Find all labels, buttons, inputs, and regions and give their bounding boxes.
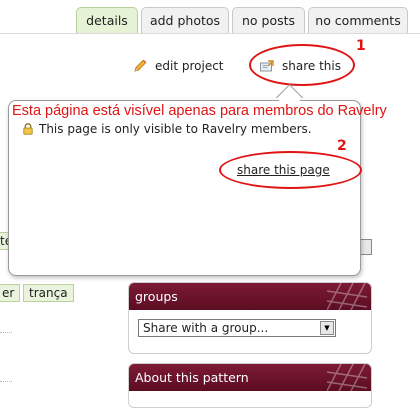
divider — [0, 332, 12, 334]
edit-project-button[interactable]: edit project — [132, 58, 224, 74]
annotation-caption: Esta página está visível apenas para mem… — [12, 103, 387, 119]
tag-chip-partial[interactable]: er — [0, 284, 21, 302]
tab-divider — [0, 33, 420, 34]
about-pattern-header: About this pattern — [129, 364, 371, 391]
tab-no-posts[interactable]: no posts — [232, 7, 305, 33]
tab-add-photos[interactable]: add photos — [141, 7, 229, 33]
header-decoration-icon — [327, 283, 367, 310]
groups-title: groups — [135, 289, 178, 304]
tab-no-comments[interactable]: no comments — [308, 7, 408, 33]
groups-box: groups Share with a group... ▼ — [128, 282, 372, 354]
edit-project-label: edit project — [155, 59, 224, 73]
chevron-down-icon: ▼ — [320, 321, 334, 335]
share-with-group-select[interactable]: Share with a group... ▼ — [138, 319, 336, 337]
tag-chip-tranca[interactable]: trança — [23, 284, 74, 302]
header-decoration-icon — [327, 364, 367, 391]
share-with-group-value: Share with a group... — [143, 321, 269, 335]
members-only-notice: This page is only visible to Ravelry mem… — [22, 122, 312, 136]
lock-icon — [22, 123, 34, 135]
annotation-number-1: 1 — [356, 38, 366, 54]
tab-details[interactable]: details — [76, 7, 138, 33]
annotation-number-2: 2 — [337, 138, 347, 154]
about-pattern-box: About this pattern — [128, 363, 372, 408]
pencil-icon — [132, 58, 148, 74]
highlight-ellipse-share — [249, 44, 355, 86]
members-only-text: This page is only visible to Ravelry mem… — [39, 122, 312, 136]
divider — [0, 381, 12, 383]
about-pattern-title: About this pattern — [135, 370, 249, 385]
highlight-ellipse-share-page — [219, 151, 362, 189]
groups-header: groups — [129, 283, 371, 310]
